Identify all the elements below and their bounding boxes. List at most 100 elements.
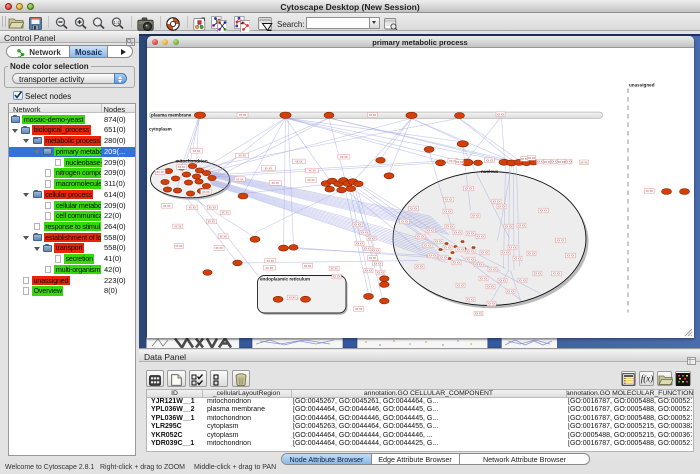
svg-text:xx xx: xx xx bbox=[434, 239, 442, 243]
svg-text:xx xx: xx xx bbox=[466, 231, 474, 235]
svg-text:xx xx: xx xx bbox=[480, 250, 488, 254]
svg-text:xx xx: xx xx bbox=[368, 256, 376, 260]
svg-text:xx xx: xx xx bbox=[400, 219, 408, 223]
svg-text:xx xx: xx xx bbox=[439, 255, 447, 259]
svg-text:xx xx: xx xx bbox=[556, 238, 564, 242]
svg-text:xx xx: xx xx bbox=[288, 295, 296, 299]
svg-text:xx xx: xx xx bbox=[474, 262, 482, 266]
svg-text:xx xx: xx xx bbox=[371, 248, 379, 252]
svg-text:xx xx: xx xx bbox=[504, 224, 512, 228]
svg-text:xx xx: xx xx bbox=[455, 160, 463, 164]
svg-text:xx xx: xx xx bbox=[466, 249, 474, 253]
svg-text:1:1: 1:1 bbox=[113, 20, 120, 25]
svg-text:xx xx: xx xx bbox=[332, 274, 340, 278]
svg-text:xx xx: xx xx bbox=[426, 228, 434, 232]
svg-text:xx xx: xx xx bbox=[308, 168, 316, 172]
svg-text:xx xx: xx xx bbox=[215, 246, 223, 250]
svg-text:xx xx: xx xx bbox=[208, 205, 216, 209]
svg-text:xx xx: xx xx bbox=[566, 253, 574, 257]
svg-text:xx xx: xx xx bbox=[474, 311, 482, 315]
svg-text:xx xx: xx xx bbox=[360, 230, 368, 234]
svg-text:xx xx: xx xx bbox=[373, 261, 381, 265]
svg-text:xx xx: xx xx bbox=[428, 253, 436, 257]
svg-text:xx xx: xx xx bbox=[487, 301, 495, 305]
svg-text:xx xx: xx xx bbox=[527, 156, 535, 160]
svg-text:xx xx: xx xx bbox=[498, 278, 506, 282]
svg-text:xx xx: xx xx bbox=[506, 289, 514, 293]
svg-text:xx xx: xx xx bbox=[443, 209, 451, 213]
svg-text:xx xx: xx xx bbox=[508, 245, 516, 249]
svg-text:xx xx: xx xx bbox=[219, 234, 227, 238]
svg-text:xx xx: xx xx bbox=[518, 278, 526, 282]
svg-text:cytoplasm: cytoplasm bbox=[149, 126, 172, 131]
svg-text:xx xx: xx xx bbox=[355, 307, 363, 311]
svg-text:xx xx: xx xx bbox=[177, 165, 185, 169]
svg-text:xx xx: xx xx bbox=[533, 271, 541, 275]
svg-text:xx xx: xx xx bbox=[340, 154, 348, 158]
svg-text:xx xx: xx xx bbox=[486, 284, 494, 288]
svg-text:xx xx: xx xx bbox=[445, 224, 453, 228]
svg-text:xx xx: xx xx bbox=[264, 166, 272, 170]
svg-text:xx xx: xx xx bbox=[238, 113, 246, 117]
svg-text:xx xx: xx xx bbox=[221, 210, 229, 214]
svg-text:xx xx: xx xx bbox=[423, 243, 431, 247]
svg-text:xx xx: xx xx bbox=[271, 181, 279, 185]
svg-text:xx xx: xx xx bbox=[479, 276, 487, 280]
svg-text:xx xx: xx xx bbox=[175, 244, 183, 248]
svg-text:xx xx: xx xx bbox=[471, 213, 479, 217]
svg-text:xx xx: xx xx bbox=[416, 234, 424, 238]
svg-text:xx xx: xx xx bbox=[453, 230, 461, 234]
svg-text:xx xx: xx xx bbox=[363, 246, 371, 250]
svg-text:xx xx: xx xx bbox=[517, 223, 525, 227]
svg-text:xx xx: xx xx bbox=[443, 245, 451, 249]
svg-text:xx xx: xx xx bbox=[355, 241, 363, 245]
svg-text:xx xx: xx xx bbox=[295, 159, 303, 163]
svg-text:xx xx: xx xx bbox=[192, 149, 200, 153]
svg-text:xx xx: xx xx bbox=[466, 257, 474, 261]
svg-text:xx xx: xx xx bbox=[376, 270, 384, 274]
svg-text:xx xx: xx xx bbox=[564, 159, 572, 163]
svg-text:xx xx: xx xx bbox=[236, 177, 244, 181]
svg-text:xx xx: xx xx bbox=[207, 219, 215, 223]
svg-text:xx xx: xx xx bbox=[156, 170, 164, 174]
svg-text:xx xx: xx xx bbox=[307, 178, 315, 182]
svg-text:endoplasmic reticulum: endoplasmic reticulum bbox=[260, 276, 310, 281]
svg-text:xx xx: xx xx bbox=[464, 186, 472, 190]
svg-text:xx xx: xx xx bbox=[202, 189, 210, 193]
svg-text:xx xx: xx xx bbox=[485, 158, 493, 162]
svg-text:unassigned: unassigned bbox=[629, 82, 655, 87]
svg-text:xx xx: xx xx bbox=[415, 264, 423, 268]
svg-text:xx xx: xx xx bbox=[456, 283, 464, 287]
svg-text:xx xx: xx xx bbox=[238, 153, 246, 157]
svg-text:xx xx: xx xx bbox=[265, 265, 273, 269]
svg-text:xx xx: xx xx bbox=[539, 208, 547, 212]
svg-text:xx xx: xx xx bbox=[409, 206, 417, 210]
svg-text:xx xx: xx xx bbox=[456, 247, 464, 251]
svg-text:xx xx: xx xx bbox=[492, 199, 500, 203]
svg-text:xx xx: xx xx bbox=[163, 204, 171, 208]
svg-text:xx xx: xx xx bbox=[174, 224, 182, 228]
svg-text:f(x): f(x) bbox=[640, 374, 653, 384]
svg-text:xx xx: xx xx bbox=[497, 204, 505, 208]
svg-text:mitochondrion: mitochondrion bbox=[175, 158, 207, 163]
svg-text:xx xx: xx xx bbox=[488, 267, 496, 271]
svg-text:plasma membrane: plasma membrane bbox=[151, 112, 192, 117]
svg-text:xx xx: xx xx bbox=[188, 205, 196, 209]
svg-text:xx xx: xx xx bbox=[444, 197, 452, 201]
svg-text:xx xx: xx xx bbox=[527, 251, 535, 255]
svg-text:xx xx: xx xx bbox=[353, 222, 361, 226]
svg-text:xx xx: xx xx bbox=[367, 236, 375, 240]
svg-text:xx xx: xx xx bbox=[496, 112, 504, 116]
svg-text:xx xx: xx xx bbox=[368, 113, 376, 117]
svg-text:xx xx: xx xx bbox=[330, 266, 338, 270]
svg-text:xx xx: xx xx bbox=[580, 160, 588, 164]
svg-text:xx xx: xx xx bbox=[452, 260, 460, 264]
svg-text:xx xx: xx xx bbox=[303, 263, 311, 267]
svg-text:xx xx: xx xx bbox=[501, 250, 509, 254]
svg-text:xx xx: xx xx bbox=[476, 234, 484, 238]
svg-text:xx xx: xx xx bbox=[552, 271, 560, 275]
svg-text:xx xx: xx xx bbox=[266, 258, 274, 262]
svg-text:nucleus: nucleus bbox=[481, 168, 499, 173]
svg-text:xx xx: xx xx bbox=[513, 256, 521, 260]
svg-text:xx xx: xx xx bbox=[645, 189, 653, 193]
